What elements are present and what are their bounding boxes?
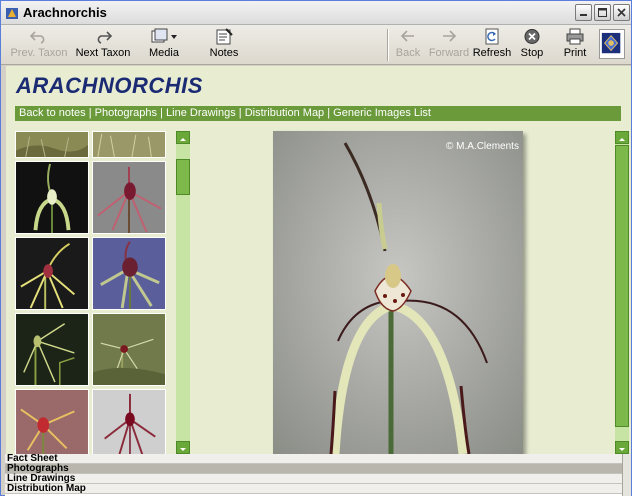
refresh-icon <box>485 28 499 45</box>
thumbnail-grid <box>15 131 169 454</box>
thumbnail-5[interactable] <box>15 237 89 310</box>
nav-link-back-to-notes[interactable]: Back to notes <box>19 107 86 119</box>
minimize-button[interactable] <box>575 4 592 21</box>
stop-button[interactable]: Stop <box>517 27 547 63</box>
redo-arrow-icon <box>97 31 113 44</box>
forward-arrow-icon <box>443 30 457 42</box>
thumbnail-1[interactable] <box>15 131 89 158</box>
section-list: Fact Sheet Photographs Line Drawings Dis… <box>5 454 631 496</box>
scroll-down-button[interactable] <box>176 441 190 454</box>
photo-credit: © M.A.Clements <box>446 141 519 152</box>
media-icon <box>151 28 177 43</box>
media-label: Media <box>149 47 179 59</box>
scroll-up-icon <box>619 138 625 141</box>
forward-button[interactable]: Forward <box>428 27 470 63</box>
notepad-icon <box>216 28 233 45</box>
logo-emblem-icon <box>601 32 621 54</box>
page-title: ARACHNORCHIS <box>16 73 203 98</box>
thumbnail-2[interactable] <box>92 131 166 158</box>
thumbnail-8[interactable] <box>92 313 166 386</box>
nav-separator: | <box>157 107 167 119</box>
scroll-up-button[interactable] <box>176 131 190 144</box>
back-arrow-icon <box>400 30 414 42</box>
print-label: Print <box>563 47 587 59</box>
forward-label: Forward <box>428 47 470 59</box>
refresh-label: Refresh <box>472 47 512 59</box>
scroll-down-icon <box>180 448 186 451</box>
prev-taxon-button[interactable]: Prev. Taxon <box>9 27 69 63</box>
application-window: Arachnorchis Prev. Taxon Next Taxon Medi… <box>0 0 632 496</box>
refresh-button[interactable]: Refresh <box>472 27 512 63</box>
thumbnail-6[interactable] <box>92 237 166 310</box>
content-panel: ARACHNORCHIS Back to notes | Photographs… <box>6 66 631 454</box>
toolbar: Prev. Taxon Next Taxon Media Notes Back … <box>1 25 631 65</box>
nav-links-bar: Back to notes | Photographs | Line Drawi… <box>15 106 621 121</box>
nav-link-generic-images-list[interactable]: Generic Images List <box>333 107 431 119</box>
prev-taxon-label: Prev. Taxon <box>10 47 68 59</box>
undo-arrow-icon <box>29 31 45 44</box>
toolbar-separator <box>387 29 389 61</box>
nav-link-photographs[interactable]: Photographs <box>95 107 157 119</box>
stop-icon <box>524 29 540 44</box>
section-photographs[interactable]: Photographs <box>5 464 631 474</box>
nav-separator: | <box>324 107 334 119</box>
stop-label: Stop <box>520 47 544 59</box>
section-line-drawings[interactable]: Line Drawings <box>5 474 631 484</box>
thumbnail-10[interactable] <box>92 389 166 454</box>
app-icon <box>6 8 18 19</box>
thumbnail-scrollbar[interactable] <box>176 131 190 454</box>
section-fact-sheet[interactable]: Fact Sheet <box>5 454 631 464</box>
logo <box>599 29 625 59</box>
scroll-thumb[interactable] <box>615 145 629 427</box>
next-taxon-label: Next Taxon <box>75 47 131 59</box>
content-scrollbar[interactable] <box>615 131 629 454</box>
orchid-photo-image <box>273 131 523 454</box>
nav-separator: | <box>235 107 245 119</box>
window-title: Arachnorchis <box>23 5 107 20</box>
thumbnail-7[interactable] <box>15 313 89 386</box>
maximize-button[interactable] <box>594 4 611 21</box>
back-button[interactable]: Back <box>390 27 426 63</box>
print-button[interactable]: Print <box>559 27 591 63</box>
nav-link-line-drawings[interactable]: Line Drawings <box>166 107 236 119</box>
maximize-icon <box>598 8 607 17</box>
nav-separator: | <box>85 107 95 119</box>
next-taxon-button[interactable]: Next Taxon <box>74 27 132 63</box>
section-list-scrollbar[interactable] <box>622 454 631 496</box>
main-photograph <box>273 131 523 454</box>
thumbnail-9[interactable] <box>15 389 89 454</box>
scroll-down-button[interactable] <box>615 441 629 454</box>
media-button[interactable]: Media <box>144 27 184 63</box>
thumbnail-4[interactable] <box>92 161 166 234</box>
back-label: Back <box>395 47 421 59</box>
nav-link-distribution-map[interactable]: Distribution Map <box>245 107 324 119</box>
thumbnail-3[interactable] <box>15 161 89 234</box>
scroll-up-button[interactable] <box>615 131 629 144</box>
close-button[interactable] <box>613 4 630 21</box>
minimize-icon <box>580 14 587 16</box>
scroll-down-icon <box>619 448 625 451</box>
section-distribution-map[interactable]: Distribution Map <box>5 484 631 494</box>
scroll-thumb[interactable] <box>176 159 190 195</box>
notes-label: Notes <box>209 47 239 59</box>
printer-icon <box>566 28 584 45</box>
title-bar: Arachnorchis <box>1 1 631 25</box>
scroll-up-icon <box>180 138 186 141</box>
notes-button[interactable]: Notes <box>206 27 242 63</box>
close-icon <box>617 8 626 17</box>
